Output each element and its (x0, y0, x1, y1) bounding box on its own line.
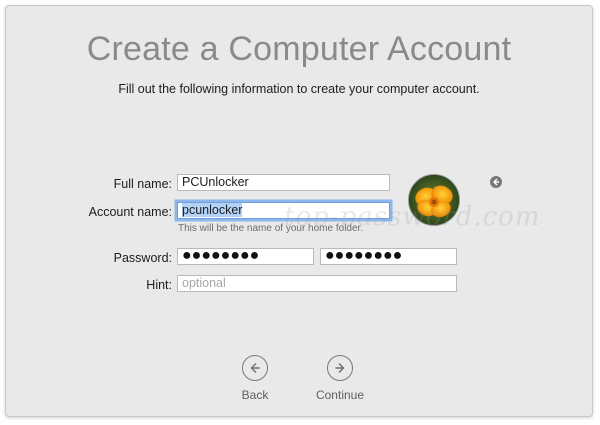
verify-password-field[interactable]: ●●●●●●●● (320, 248, 457, 265)
full-name-value: PCUnlocker (182, 175, 249, 189)
password-value: ●●●●●●●● (182, 248, 260, 264)
hint-placeholder: optional (182, 276, 226, 290)
full-name-label: Full name: (113, 177, 172, 191)
arrow-right-circle-icon (327, 355, 353, 381)
setup-assistant-window: Create a Computer Account Fill out the f… (5, 5, 593, 417)
hint-label: Hint: (146, 278, 172, 292)
arrow-left-circle-icon (242, 355, 268, 381)
account-name-label: Account name: (88, 205, 172, 219)
back-label: Back (241, 388, 269, 402)
continue-button[interactable]: Continue (305, 355, 375, 402)
edit-picture-arrow-icon[interactable] (490, 176, 502, 188)
page-title: Create a Computer Account (86, 30, 512, 68)
arrow-left-icon (493, 178, 499, 186)
hint-field[interactable]: optional (177, 275, 457, 292)
password-label: Password: (113, 251, 172, 265)
account-name-value: pcunlocker (182, 203, 243, 217)
back-button[interactable]: Back (220, 355, 290, 402)
page-subtitle: Fill out the following information to cr… (118, 82, 480, 96)
watermark: top-password.com (284, 202, 541, 232)
verify-password-value: ●●●●●●●● (325, 248, 403, 264)
password-field[interactable]: ●●●●●●●● (177, 248, 314, 265)
continue-label: Continue (315, 388, 365, 402)
full-name-field[interactable]: PCUnlocker (177, 174, 390, 191)
